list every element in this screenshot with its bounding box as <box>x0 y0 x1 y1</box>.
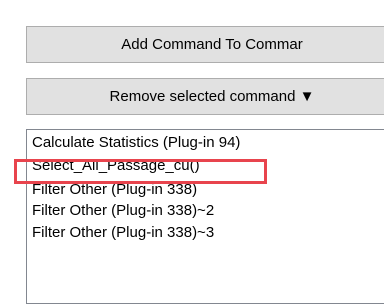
add-command-button[interactable]: Add Command To Commar <box>26 26 384 63</box>
list-item[interactable]: Filter Other (Plug-in 338) <box>32 180 197 199</box>
remove-selected-command-button[interactable]: Remove selected command ▼ <box>26 78 384 115</box>
list-item[interactable]: Filter Other (Plug-in 338)~2 <box>32 201 214 220</box>
list-item[interactable]: Filter Other (Plug-in 338)~3 <box>32 223 214 242</box>
remove-selected-command-button-label: Remove selected command ▼ <box>109 88 315 105</box>
list-item[interactable]: Select_All_Passage_cu() <box>32 156 200 175</box>
list-item[interactable]: Calculate Statistics (Plug-in 94) <box>32 133 240 152</box>
add-command-button-label: Add Command To Commar <box>121 36 303 53</box>
command-list[interactable]: Calculate Statistics (Plug-in 94) Select… <box>26 129 384 304</box>
